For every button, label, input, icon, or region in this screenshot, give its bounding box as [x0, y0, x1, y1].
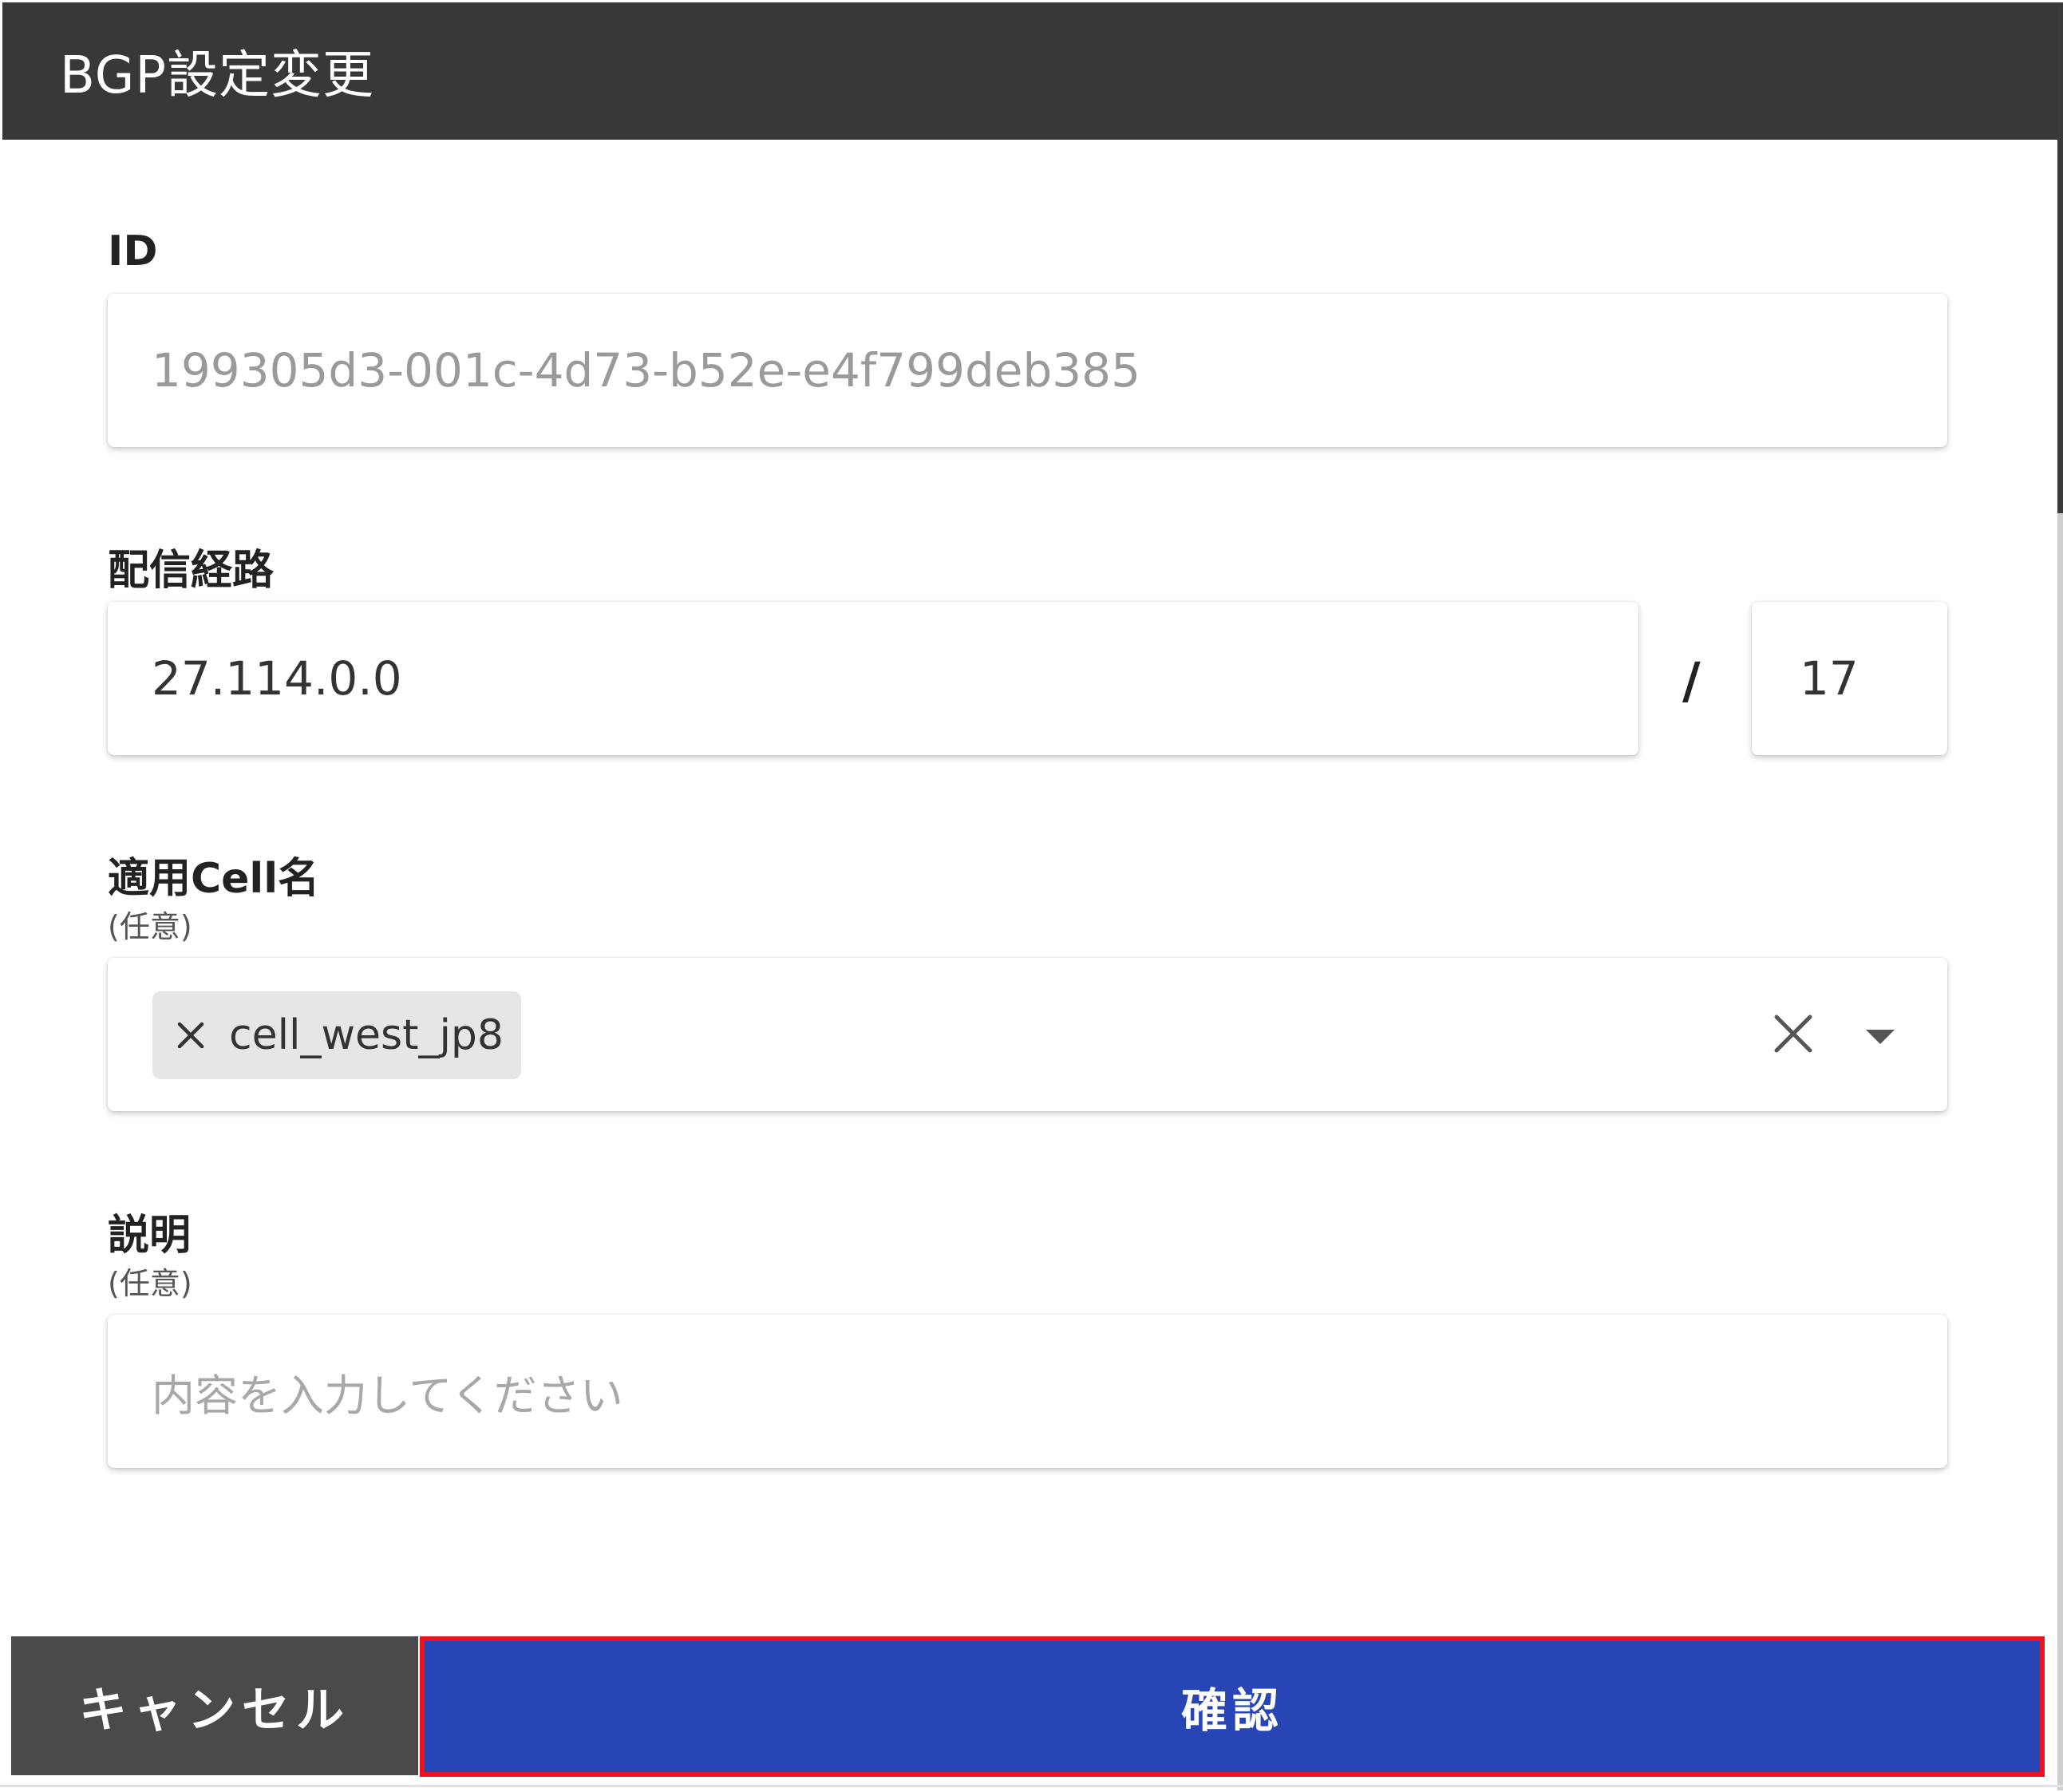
description-optional-note: (任意)	[108, 1266, 192, 1301]
id-label: ID	[108, 227, 158, 275]
id-field: 199305d3-001c-4d73-b52e-e4f799deb385	[108, 294, 1947, 447]
route-prefix-input[interactable]: 17	[1752, 602, 1947, 755]
route-separator: /	[1682, 651, 1701, 710]
dialog-header: BGP設定変更	[2, 2, 2057, 140]
route-label: 配信経路	[108, 547, 275, 595]
route-address-input[interactable]: 27.114.0.0	[108, 602, 1638, 755]
confirm-button[interactable]: 確認	[420, 1636, 2045, 1777]
id-value: 199305d3-001c-4d73-b52e-e4f799deb385	[152, 343, 1140, 398]
route-address-value: 27.114.0.0	[152, 651, 402, 706]
divider	[0, 1785, 2063, 1787]
description-input[interactable]: 内容を入力してください	[108, 1315, 1947, 1468]
chip-remove-icon[interactable]	[176, 1021, 205, 1050]
cell-chip: cell_west_jp8	[152, 991, 521, 1079]
scrollbar[interactable]	[2057, 2, 2063, 1790]
clear-selection-icon[interactable]	[1772, 1012, 1815, 1055]
route-prefix-value: 17	[1800, 651, 1859, 706]
cell-chip-label: cell_west_jp8	[229, 1011, 504, 1059]
description-placeholder: 内容を入力してください	[152, 1370, 623, 1421]
cell-label: 適用Cell名	[108, 855, 320, 903]
cell-optional-note: (任意)	[108, 909, 192, 944]
scrollbar-thumb[interactable]	[2057, 2, 2063, 513]
cancel-button[interactable]: キャンセル	[11, 1636, 418, 1775]
bgp-settings-dialog: BGP設定変更 ID 199305d3-001c-4d73-b52e-e4f79…	[0, 0, 2063, 1792]
description-label: 説明	[108, 1212, 192, 1260]
chevron-down-icon[interactable]	[1864, 1028, 1896, 1046]
dialog-title: BGP設定変更	[60, 46, 374, 105]
